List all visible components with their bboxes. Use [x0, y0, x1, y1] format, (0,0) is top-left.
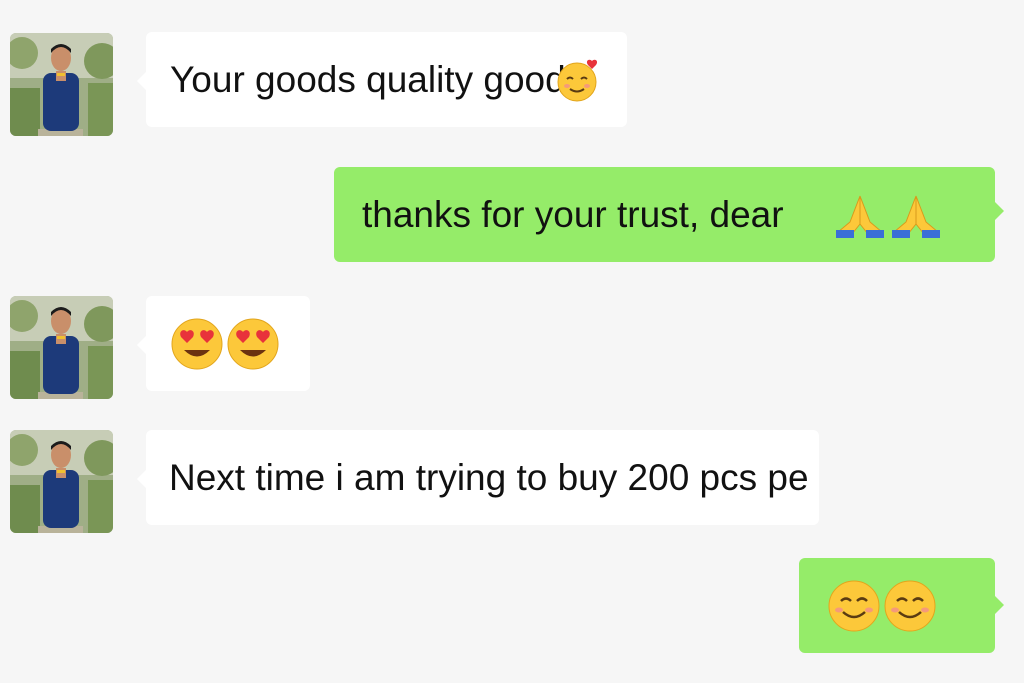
folded-hands-icon: [888, 192, 944, 238]
bubble-tail: [137, 72, 146, 90]
smiling-face-with-heart-icon: [554, 57, 600, 103]
heart-eyes-icon: [170, 317, 224, 371]
chat-view: Your goods quality good thanks for your …: [0, 0, 1024, 683]
message-text: thanks for your trust, dear: [362, 193, 784, 235]
contact-avatar[interactable]: [10, 33, 113, 136]
contact-avatar[interactable]: [10, 296, 113, 399]
bubble-tail: [995, 596, 1004, 614]
contact-avatar[interactable]: [10, 430, 113, 533]
smiling-face-icon: [827, 579, 881, 633]
folded-hands-icon: [832, 192, 888, 238]
incoming-message[interactable]: Your goods quality good: [146, 32, 627, 127]
message-text: Your goods quality good: [170, 58, 566, 100]
incoming-message[interactable]: Next time i am trying to buy 200 pcs pe: [146, 430, 819, 525]
outgoing-message[interactable]: [799, 558, 995, 653]
incoming-message[interactable]: [146, 296, 310, 391]
smiling-face-icon: [883, 579, 937, 633]
message-text: Next time i am trying to buy 200 pcs pe: [169, 456, 809, 498]
bubble-tail: [995, 202, 1004, 220]
outgoing-message[interactable]: thanks for your trust, dear: [334, 167, 995, 262]
bubble-tail: [137, 470, 146, 488]
bubble-tail: [137, 336, 146, 354]
heart-eyes-icon: [226, 317, 280, 371]
